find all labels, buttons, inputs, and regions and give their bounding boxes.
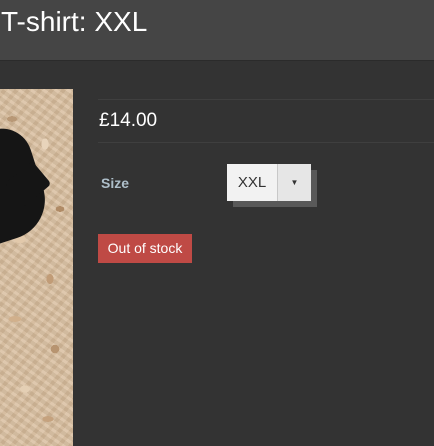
- divider: [98, 99, 434, 100]
- page-title: T-shirt: XXL: [1, 6, 148, 37]
- caret-down-icon[interactable]: ▼: [277, 164, 311, 201]
- product-page: T-shirt: XXL £14.00 Size XXL ▼ Out of st…: [0, 0, 434, 446]
- divider: [98, 142, 434, 143]
- stock-status-badge: Out of stock: [98, 234, 192, 263]
- size-selected-value[interactable]: XXL: [227, 164, 277, 201]
- size-label: Size: [101, 175, 130, 191]
- title-bar: T-shirt: XXL: [0, 0, 434, 60]
- divider: [0, 60, 434, 61]
- product-price: £14.00: [99, 110, 158, 131]
- size-select[interactable]: XXL ▼: [227, 164, 311, 201]
- product-image[interactable]: [0, 89, 73, 446]
